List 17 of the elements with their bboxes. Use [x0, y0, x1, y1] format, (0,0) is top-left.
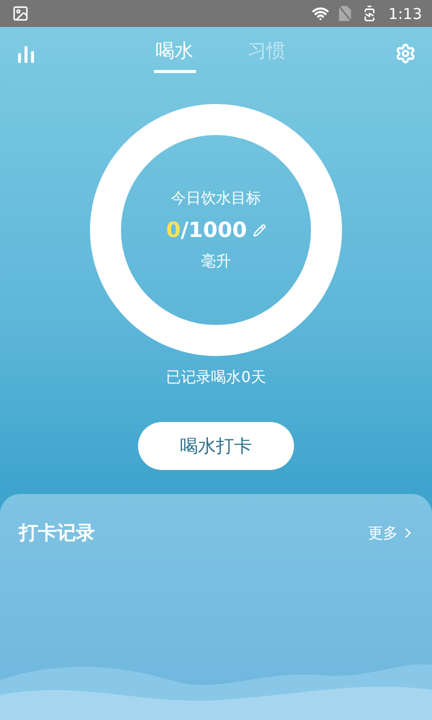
wifi-icon — [312, 5, 330, 22]
edit-icon[interactable] — [252, 224, 266, 236]
bar-chart-icon[interactable] — [16, 44, 36, 64]
records-title: 打卡记录 — [19, 521, 95, 546]
goal-title: 今日饮水目标 — [171, 189, 261, 208]
record-days-text: 已记录喝水0天 — [166, 368, 266, 387]
tab[interactable]: 习惯 — [246, 34, 288, 73]
picture-icon — [12, 5, 29, 22]
clock-time: 1:13 — [388, 4, 422, 22]
goal-amount: /1000 — [180, 218, 247, 242]
tab[interactable]: 喝水 — [154, 34, 196, 73]
intake-amount: 0 — [166, 218, 181, 242]
settings-icon[interactable] — [395, 43, 416, 64]
checkin-button[interactable]: 喝水打卡 — [138, 422, 294, 470]
unit-label: 毫升 — [201, 252, 231, 271]
more-link[interactable]: 更多 — [368, 524, 416, 542]
no-sim-icon — [339, 6, 352, 21]
